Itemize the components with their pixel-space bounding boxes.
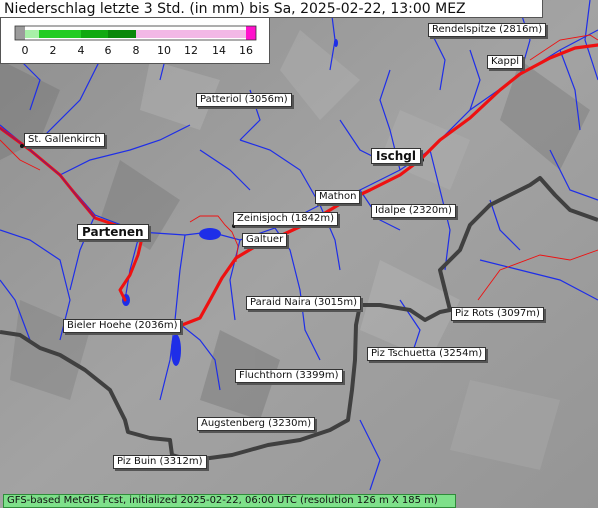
forecast-footer: GFS-based MetGIS Fcst, initialized 2025-… (3, 494, 456, 508)
legend-tick: 4 (78, 44, 85, 57)
legend-ticks: 0 2 4 6 8 10 12 14 16 (22, 44, 254, 57)
legend-tick: 12 (184, 44, 198, 57)
label-fluchthorn: Fluchthorn (3399m) (235, 369, 343, 383)
lake-small (334, 39, 338, 47)
legend-tick: 2 (50, 44, 57, 57)
label-partenen: Partenen (77, 224, 149, 240)
legend-swatch-16-plus (246, 26, 256, 40)
legend-tick: 8 (133, 44, 140, 57)
label-idalpe: Idalpe (2320m) (371, 204, 456, 218)
label-zeinisjoch: Zeinisjoch (1842m) (233, 212, 339, 226)
legend-swatch-4-6 (81, 30, 108, 38)
legend-tick: 6 (105, 44, 112, 57)
label-piz-tschuetta: Piz Tschuetta (3254m) (367, 347, 487, 361)
label-bieler-hoehe: Bieler Hoehe (2036m) (63, 319, 182, 333)
legend-swatch-6-8 (108, 30, 136, 38)
label-piz-buin: Piz Buin (3312m) (113, 455, 207, 469)
label-augstenberg: Augstenberg (3230m) (197, 417, 316, 431)
label-rendelspitze: Rendelspitze (2816m) (428, 23, 547, 37)
terrain-map (0, 0, 598, 508)
precipitation-legend: 0 2 4 6 8 10 12 14 16 (0, 18, 270, 64)
legend-tick: 0 (22, 44, 29, 57)
lake-kops (199, 228, 221, 240)
legend-tick: 16 (239, 44, 253, 57)
map-title: Niederschlag letzte 3 Std. (in mm) bis S… (0, 0, 543, 18)
legend-scale: 0 2 4 6 8 10 12 14 16 (14, 25, 257, 57)
legend-tick: 14 (212, 44, 226, 57)
label-piz-rots: Piz Rots (3097m) (451, 307, 544, 321)
lake-silvretta (171, 334, 181, 366)
legend-swatch-0-1 (15, 26, 25, 40)
label-galtuer: Galtuer (242, 233, 288, 247)
legend-tick: 10 (157, 44, 171, 57)
label-ischgl: Ischgl (371, 148, 421, 164)
legend-swatch-2-4 (39, 30, 81, 38)
label-mathon: Mathon (315, 190, 361, 204)
label-kappl: Kappl (487, 55, 523, 69)
legend-swatch-1-2 (25, 30, 39, 38)
label-paraid-naira: Paraid Naira (3015m) (246, 296, 362, 310)
label-patteriol: Patteriol (3056m) (196, 93, 292, 107)
legend-swatch-8-16 (136, 30, 246, 38)
map-stage: Niederschlag letzte 3 Std. (in mm) bis S… (0, 0, 598, 508)
label-st-gallenkirch: St. Gallenkirch (24, 133, 105, 147)
